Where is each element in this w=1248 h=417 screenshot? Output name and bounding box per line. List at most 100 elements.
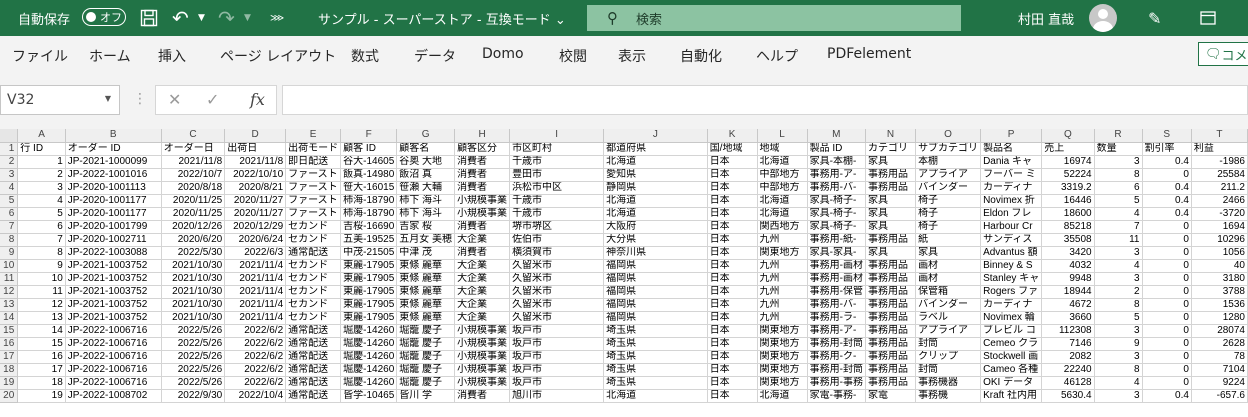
- cell[interactable]: 事務用-保管: [807, 285, 866, 299]
- cell[interactable]: 事務用-ラ-: [807, 311, 866, 325]
- header-cell[interactable]: 顧客名: [396, 142, 456, 156]
- cell[interactable]: バインダー: [915, 298, 982, 312]
- cell[interactable]: 通常配送: [285, 350, 342, 364]
- column-header-k[interactable]: K: [707, 129, 758, 143]
- cell[interactable]: 日本: [707, 350, 758, 364]
- cell[interactable]: 事務用品: [865, 376, 917, 390]
- cell[interactable]: 坂戸市: [509, 337, 605, 351]
- cell[interactable]: 封筒: [915, 363, 982, 377]
- pen-icon[interactable]: ✎: [1148, 0, 1161, 36]
- row-header[interactable]: 3: [0, 168, 19, 182]
- cell[interactable]: Novimex 輪: [980, 311, 1043, 325]
- cell[interactable]: カーディナ: [980, 298, 1043, 312]
- cell[interactable]: 211.2: [1191, 181, 1248, 195]
- header-cell[interactable]: サブカテゴリ: [915, 142, 982, 156]
- cell[interactable]: 4: [1094, 259, 1143, 273]
- cell[interactable]: ラベル: [915, 311, 982, 325]
- cell[interactable]: 事務用品: [865, 363, 917, 377]
- cell[interactable]: 16974: [1041, 155, 1095, 169]
- cell[interactable]: Harbour Cr: [980, 220, 1043, 234]
- redo-icon[interactable]: ↷: [218, 0, 235, 36]
- header-cell[interactable]: 製品名: [980, 142, 1043, 156]
- cell[interactable]: 即日配送: [285, 155, 342, 169]
- cell[interactable]: JP-2020-1002711: [65, 233, 162, 247]
- cell[interactable]: 4: [17, 194, 66, 208]
- cell[interactable]: 椅子: [915, 220, 982, 234]
- cell[interactable]: 小規模事業: [454, 350, 511, 364]
- cell[interactable]: 2020/11/27: [224, 194, 287, 208]
- cell[interactable]: 椅子: [915, 194, 982, 208]
- cell[interactable]: 久留米市: [509, 298, 605, 312]
- cell[interactable]: 通常配送: [285, 363, 342, 377]
- cell[interactable]: 2: [17, 168, 66, 182]
- cell[interactable]: 事務用品: [865, 259, 917, 273]
- cell[interactable]: 18: [17, 376, 66, 390]
- cell[interactable]: 0: [1142, 337, 1192, 351]
- row-header[interactable]: 4: [0, 181, 19, 195]
- tab-help[interactable]: ヘルプ: [756, 46, 798, 66]
- cell[interactable]: 2021/10/30: [161, 259, 226, 273]
- cell[interactable]: 紙: [915, 233, 982, 247]
- cell[interactable]: 東條 麗華: [396, 311, 456, 325]
- cell[interactable]: 谷大-14605: [340, 155, 398, 169]
- cell[interactable]: 2628: [1191, 337, 1248, 351]
- cell[interactable]: 旭川市: [509, 389, 605, 403]
- cell[interactable]: 112308: [1041, 324, 1095, 338]
- cell[interactable]: 2020/8/18: [161, 181, 226, 195]
- cell[interactable]: 関東地方: [757, 376, 808, 390]
- cell[interactable]: JP-2022-1008702: [65, 389, 162, 403]
- cell[interactable]: 神奈川県: [603, 246, 708, 260]
- header-cell[interactable]: 製品 ID: [807, 142, 866, 156]
- cell[interactable]: 9224: [1191, 376, 1248, 390]
- cell[interactable]: 事務用品: [865, 337, 917, 351]
- cell[interactable]: 4: [1094, 207, 1143, 221]
- header-cell[interactable]: 国/地域: [707, 142, 758, 156]
- cell[interactable]: セカンド: [285, 298, 342, 312]
- cell[interactable]: 46128: [1041, 376, 1095, 390]
- cell[interactable]: 5: [17, 207, 66, 221]
- cell[interactable]: 谷奥 大地: [396, 155, 456, 169]
- cell[interactable]: 6: [17, 220, 66, 234]
- cell[interactable]: 静岡県: [603, 181, 708, 195]
- cell[interactable]: 柿下 海斗: [396, 207, 456, 221]
- cell[interactable]: 2021/11/4: [224, 285, 287, 299]
- cell[interactable]: 小規模事業: [454, 337, 511, 351]
- cell[interactable]: 4672: [1041, 298, 1095, 312]
- cell[interactable]: 2021/10/30: [161, 298, 226, 312]
- cell[interactable]: 0: [1142, 272, 1192, 286]
- cell[interactable]: JP-2020-1001177: [65, 194, 162, 208]
- cell[interactable]: 事務用品: [865, 350, 917, 364]
- user-name[interactable]: 村田 直哉: [1018, 0, 1074, 36]
- cell[interactable]: 日本: [707, 324, 758, 338]
- cell[interactable]: 5: [1094, 311, 1143, 325]
- cell[interactable]: 飯沼 真: [396, 168, 456, 182]
- row-header[interactable]: 17: [0, 350, 19, 364]
- cell[interactable]: 北海道: [757, 155, 808, 169]
- column-header-a[interactable]: A: [17, 129, 66, 143]
- cell[interactable]: 通常配送: [285, 376, 342, 390]
- cell[interactable]: セカンド: [285, 233, 342, 247]
- cell[interactable]: 事務用-画材: [807, 272, 866, 286]
- cell[interactable]: 8: [1094, 298, 1143, 312]
- cell[interactable]: 久留米市: [509, 311, 605, 325]
- cell[interactable]: Advantus 額: [980, 246, 1043, 260]
- cell[interactable]: 大企業: [454, 272, 511, 286]
- cell[interactable]: 1056: [1191, 246, 1248, 260]
- cell[interactable]: 北海道: [603, 389, 708, 403]
- cell[interactable]: Stockwell 画: [980, 350, 1043, 364]
- cell[interactable]: 9: [1094, 337, 1143, 351]
- cell[interactable]: 2082: [1041, 350, 1095, 364]
- cell[interactable]: 3: [1094, 389, 1143, 403]
- cell[interactable]: 家具-本棚-: [807, 155, 866, 169]
- select-all-corner[interactable]: [0, 129, 19, 143]
- cell[interactable]: 家具-椅子-: [807, 207, 866, 221]
- cell[interactable]: 11: [1094, 233, 1143, 247]
- cell[interactable]: 堀籠 慶子: [396, 363, 456, 377]
- cell[interactable]: 2021/11/4: [224, 298, 287, 312]
- cell[interactable]: 家電: [865, 389, 917, 403]
- formula-input[interactable]: [282, 85, 1248, 115]
- cell[interactable]: 4032: [1041, 259, 1095, 273]
- cell[interactable]: 関東地方: [757, 246, 808, 260]
- cell[interactable]: 久留米市: [509, 285, 605, 299]
- cell[interactable]: 堀籠 慶子: [396, 337, 456, 351]
